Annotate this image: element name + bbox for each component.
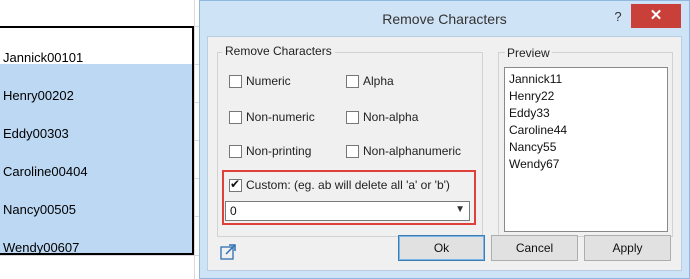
- remove-characters-dialog: Remove Characters ? ✕ Remove Characters …: [199, 0, 690, 279]
- preview-item: Caroline44: [509, 123, 568, 137]
- ok-button[interactable]: Ok: [398, 235, 485, 261]
- apply-button[interactable]: Apply: [584, 235, 671, 261]
- cell-a1[interactable]: Jannick00101: [3, 50, 83, 65]
- non-numeric-label: Non-numeric: [246, 110, 315, 124]
- close-button[interactable]: ✕: [631, 4, 681, 28]
- preview-item: Henry22: [509, 89, 555, 103]
- non-alphanumeric-label: Non-alphanumeric: [363, 144, 462, 158]
- alpha-label: Alpha: [363, 74, 394, 88]
- non-alpha-label: Non-alpha: [363, 110, 419, 124]
- custom-checkbox[interactable]: [229, 177, 242, 192]
- non-alphanumeric-checkbox[interactable]: [346, 145, 359, 158]
- cell-a5[interactable]: Nancy00505: [3, 202, 76, 217]
- preview-item: Nancy55: [509, 140, 557, 154]
- group-label: Remove Characters: [222, 44, 335, 58]
- custom-label: Custom: (eg. ab will delete all 'a' or '…: [246, 178, 450, 192]
- non-numeric-checkbox[interactable]: [229, 111, 242, 124]
- non-printing-label: Non-printing: [246, 144, 312, 158]
- preview-item: Jannick11: [509, 72, 563, 86]
- cell-a3[interactable]: Eddy00303: [3, 126, 69, 141]
- external-link-icon[interactable]: [220, 244, 237, 261]
- preview-item: Eddy33: [509, 106, 550, 120]
- cell-a6[interactable]: Wendy00607: [3, 240, 79, 255]
- alpha-checkbox[interactable]: [346, 75, 359, 88]
- dialog-content: Remove Characters Numeric Alpha Non-nume…: [207, 36, 682, 271]
- help-button[interactable]: ?: [606, 7, 630, 27]
- cell-a2[interactable]: Henry00202: [3, 88, 74, 103]
- custom-input-value: 0: [230, 204, 237, 218]
- chevron-down-icon[interactable]: ▼: [455, 204, 465, 215]
- non-printing-checkbox[interactable]: [229, 145, 242, 158]
- preview-item: Wendy67: [509, 157, 560, 171]
- cancel-button[interactable]: Cancel: [491, 235, 578, 261]
- numeric-label: Numeric: [246, 74, 291, 88]
- custom-input[interactable]: 0 ▼: [225, 201, 470, 221]
- cell-a4[interactable]: Caroline00404: [3, 164, 88, 179]
- numeric-checkbox[interactable]: [229, 75, 242, 88]
- selected-range[interactable]: Jannick00101 Henry00202 Eddy00303 Caroli…: [0, 26, 194, 255]
- non-alpha-checkbox[interactable]: [346, 111, 359, 124]
- gridline: [194, 0, 195, 279]
- dialog-titlebar[interactable]: Remove Characters ? ✕: [200, 1, 689, 36]
- preview-list: Jannick11 Henry22 Eddy33 Caroline44 Nanc…: [504, 67, 668, 232]
- preview-label: Preview: [505, 46, 552, 60]
